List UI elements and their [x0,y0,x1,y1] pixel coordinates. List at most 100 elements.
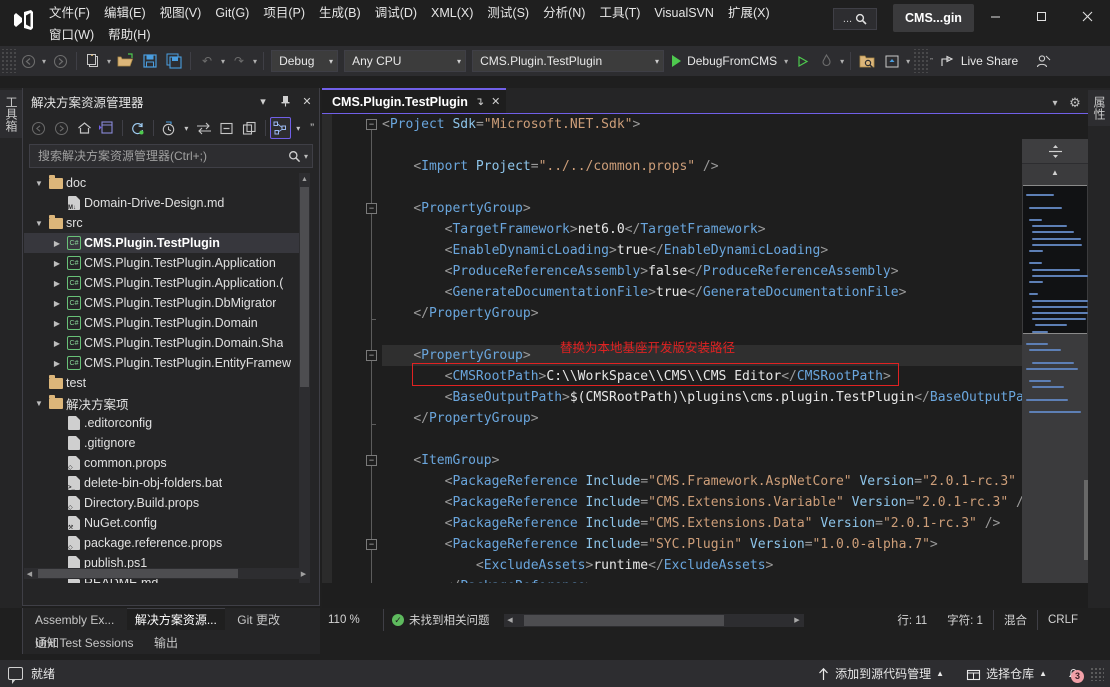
tree-item[interactable]: ▶ C# CMS.Plugin.TestPlugin.Application.( [24,273,302,293]
tree-item[interactable]: ⚒ NuGet.config [24,513,302,533]
window-minimize-button[interactable] [972,0,1018,32]
save-button[interactable] [139,49,161,73]
toolbar-overflow-button[interactable]: ” [928,57,935,66]
solution-views-icon[interactable] [96,117,118,139]
live-share-button[interactable]: Live Share [935,49,1024,73]
tree-item[interactable]: ◇ package.reference.props [24,533,302,553]
dock-tab-git-changes[interactable]: Git 更改 [229,609,288,631]
menu-view[interactable]: 视图(V) [153,2,209,24]
code-line[interactable]: <GenerateDocumentationFile>true</Generat… [382,282,1022,303]
toolbox-vertical-tab[interactable]: 工具箱 [0,90,23,138]
tree-item[interactable]: ▶ C# CMS.Plugin.TestPlugin [24,233,302,253]
code-line[interactable]: <ItemGroup> [382,450,1022,471]
sync-with-active-document-icon[interactable] [193,117,215,139]
preview-dropdown-icon[interactable]: ▾ [292,117,304,139]
tree-item[interactable]: .editorconfig [24,413,302,433]
vertical-scroll-thumb[interactable] [300,187,309,387]
fold-toggle-icon[interactable]: − [366,350,377,361]
line-ending-status[interactable]: CRLF [1036,610,1088,630]
open-file-button[interactable] [114,49,137,73]
start-debugging-button[interactable]: DebugFromCMS [667,49,782,73]
menu-test[interactable]: 测试(S) [480,2,536,24]
startup-project-combo[interactable]: CMS.Plugin.TestPlugin ▾ [472,50,665,72]
menu-git[interactable]: Git(G) [208,2,256,24]
code-line[interactable]: </PropertyGroup> [382,303,1022,324]
minimap-canvas[interactable] [1022,180,1088,583]
dock-tab-assembly-explorer[interactable]: Assembly Ex... [27,609,122,631]
undo-dropdown[interactable]: ▾ [219,57,227,66]
dock-tab-output[interactable]: 输出 [146,631,186,653]
feedback-button[interactable] [1032,49,1054,73]
scroll-right-icon[interactable]: ▶ [298,568,309,579]
code-line[interactable]: <CMSRootPath>C:\\WorkSpace\\CMS\\CMS Edi… [382,366,1022,387]
tab-list-dropdown-icon[interactable]: ▾ [1046,93,1064,113]
editor-horizontal-scrollbar[interactable]: ◀ ▶ [503,613,804,627]
solution-tree-vertical-scrollbar[interactable]: ▲ ▼ [299,173,310,583]
dock-tab-unit-test-sessions[interactable]: Unit Test Sessions [27,632,142,654]
search-dropdown-icon[interactable]: ▾ [304,152,308,161]
editor-text-surface[interactable]: − − − − − <Project Sdk="Microsoft.NET.Sdk"> … [322,113,1088,583]
refresh-icon[interactable] [127,117,149,139]
forward-icon[interactable] [51,117,73,139]
window-close-button[interactable] [1064,0,1110,32]
menu-xml[interactable]: XML(X) [424,2,480,24]
notifications-button[interactable]: 3 [1060,663,1086,685]
settings-gear-icon[interactable]: ⚙ [1066,93,1084,113]
menu-project[interactable]: 项目(P) [256,2,312,24]
solution-tree-horizontal-scrollbar[interactable]: ◀ ▶ [24,568,309,579]
code-line[interactable]: <PackageReference Include="CMS.Framework… [382,471,1040,492]
collapse-all-icon[interactable] [216,117,238,139]
new-item-dropdown[interactable]: ▾ [105,57,113,66]
tree-item[interactable]: ▼ doc [24,173,302,193]
expander-arrow-icon[interactable]: ▶ [50,299,64,308]
navigate-forward-button[interactable] [49,49,71,73]
zoom-level-control[interactable]: 110 % [322,609,384,631]
indentation-mode-status[interactable]: 混合 [992,610,1037,630]
menu-visualsvn[interactable]: VisualSVN [647,2,721,24]
expander-arrow-icon[interactable]: ▶ [50,339,64,348]
code-line[interactable]: <Import Project="../../common.props" /> [382,156,1022,177]
menu-file[interactable]: 文件(F) [42,2,97,24]
attach-dropdown[interactable]: ▾ [904,57,912,66]
attach-to-process-button[interactable] [881,49,903,73]
dock-tab-solution-explorer[interactable]: 解决方案资源... [126,608,225,630]
menu-debug[interactable]: 调试(D) [368,2,424,24]
code-line[interactable]: <ProduceReferenceAssembly>false</Produce… [382,261,1022,282]
preview-selected-items-icon[interactable] [269,117,292,139]
tree-item[interactable]: ▼ 解决方案项 [24,393,302,413]
tree-item[interactable]: ▶ C# CMS.Plugin.TestPlugin.EntityFramew [24,353,302,373]
add-to-source-control-button[interactable]: 添加到源代码管理 ▲ [808,662,953,685]
pending-changes-icon[interactable] [158,117,180,139]
editor-minimap[interactable]: ▲ ▼ [1022,139,1088,583]
navigate-backward-button[interactable] [17,49,39,73]
code-line[interactable]: <EnableDynamicLoading>true</EnableDynami… [382,240,1022,261]
solution-platform-combo[interactable]: Any CPU ▾ [344,50,467,72]
expander-arrow-icon[interactable]: ▶ [50,319,64,328]
menu-build[interactable]: 生成(B) [312,2,368,24]
fold-toggle-icon[interactable]: − [366,455,377,466]
code-line[interactable]: </PackageReference> [382,576,1022,583]
tab-pin-icon[interactable]: ↴ [475,95,484,108]
minimap-scroll-thumb[interactable] [1084,480,1088,560]
solution-configuration-combo[interactable]: Debug ▾ [271,50,339,72]
toolbar-grip[interactable] [2,49,16,73]
solution-explorer-search[interactable]: ▾ [29,144,313,168]
fold-toggle-icon[interactable]: − [366,203,377,214]
expander-arrow-icon[interactable]: ▼ [32,179,46,188]
global-search-button[interactable]: ... [833,8,877,30]
expander-arrow-icon[interactable]: ▼ [32,219,46,228]
navigate-backward-dropdown[interactable]: ▾ [40,57,48,66]
code-line[interactable]: </PropertyGroup> [382,408,1022,429]
new-item-button[interactable] [82,49,104,73]
solution-name-chip[interactable]: CMS...gin [893,4,974,32]
minimap-scroll-up-icon[interactable]: ▲ [1022,164,1088,180]
menu-edit[interactable]: 编辑(E) [97,2,153,24]
tree-item[interactable]: ▶ C# CMS.Plugin.TestPlugin.Application [24,253,302,273]
properties-vertical-tab[interactable]: 属性 [1088,90,1110,126]
expander-arrow-icon[interactable]: ▶ [50,279,64,288]
tab-close-icon[interactable]: ✕ [491,95,500,108]
editor-outlining-margin[interactable]: − − − − − [332,114,382,583]
hot-reload-dropdown[interactable]: ▾ [838,57,846,66]
start-without-debugging-button[interactable] [791,49,813,73]
expander-arrow-icon[interactable]: ▶ [50,359,64,368]
